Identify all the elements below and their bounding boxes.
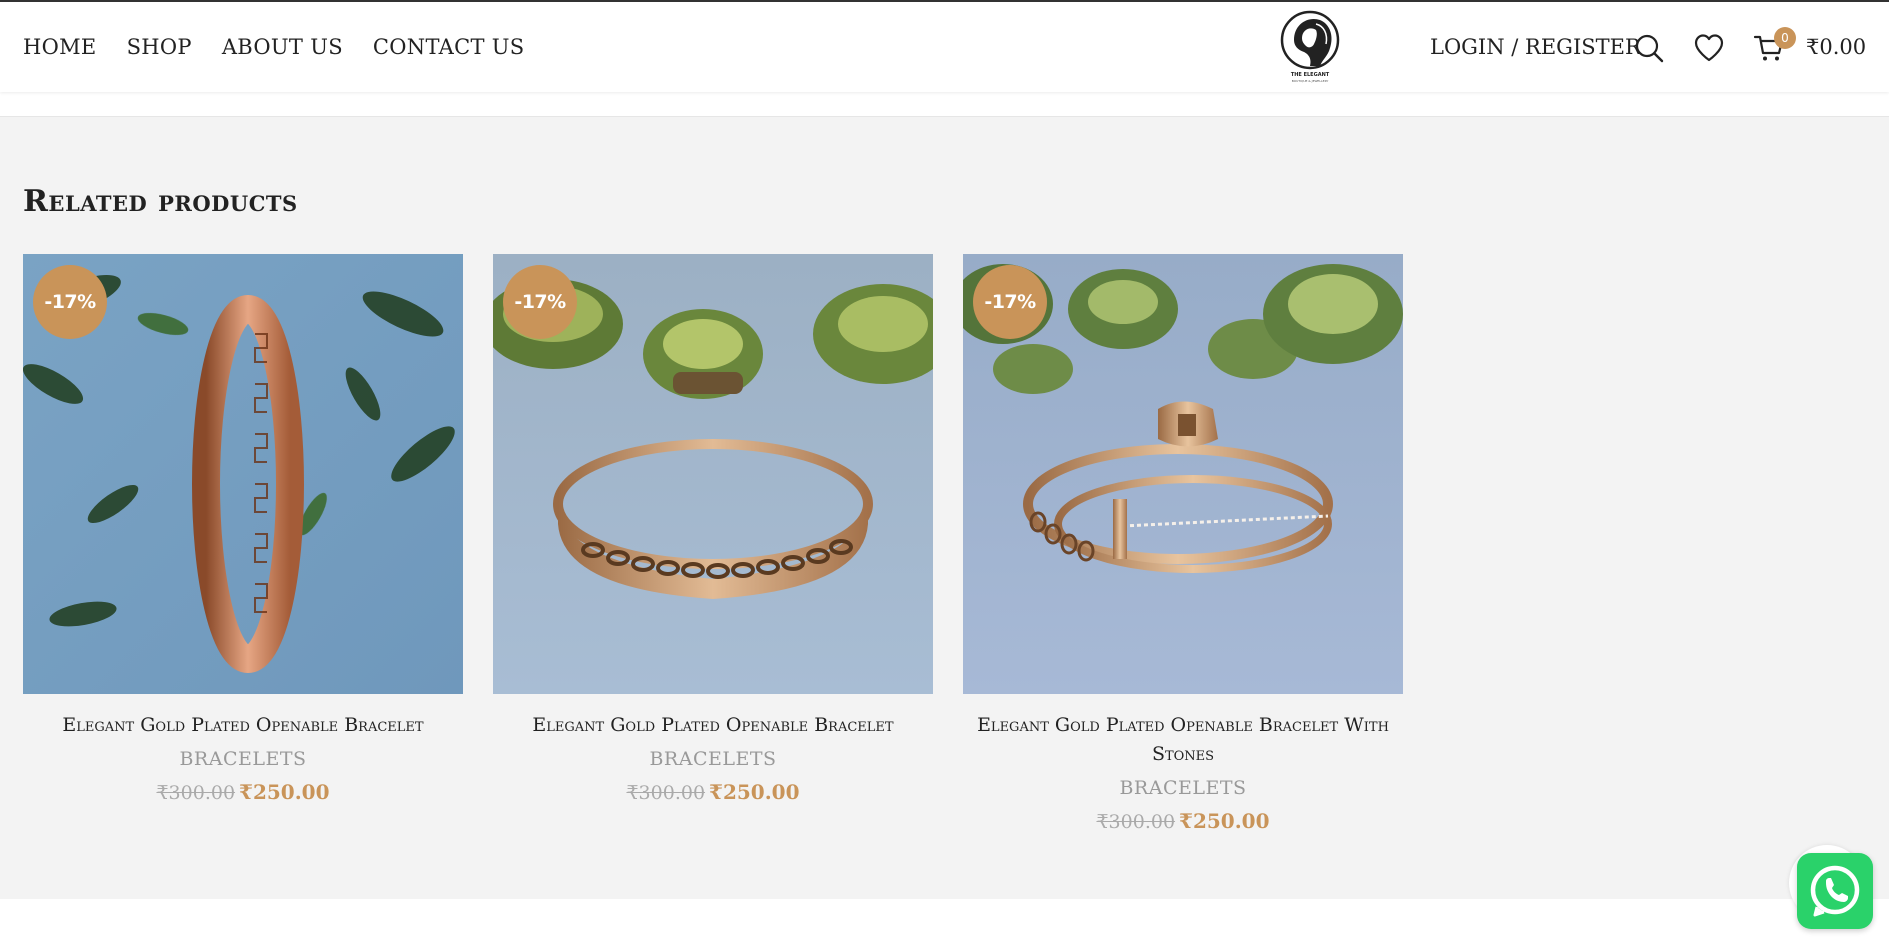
search-icon[interactable] <box>1633 32 1665 64</box>
sale-price: ₹250.00 <box>1179 809 1270 833</box>
related-products-section: Related products -17% Elegant Gold Plate… <box>0 117 1889 899</box>
discount-badge: -17% <box>503 265 577 339</box>
nav-home[interactable]: HOME <box>23 35 97 59</box>
cart-count-badge: 0 <box>1774 27 1796 49</box>
product-category[interactable]: BRACELETS <box>23 748 463 770</box>
product-image[interactable]: -17% <box>493 254 933 694</box>
old-price: ₹300.00 <box>626 782 706 804</box>
whatsapp-icon <box>1810 865 1860 917</box>
site-header: HOME SHOP ABOUT US CONTACT US THE ELEGAN… <box>0 2 1889 92</box>
product-image[interactable]: -17% <box>963 254 1403 694</box>
product-category[interactable]: BRACELETS <box>493 748 933 770</box>
logo-text: THE ELEGANT <box>1290 72 1330 78</box>
product-name[interactable]: Elegant Gold Plated Openable Bracelet Wi… <box>963 711 1403 769</box>
product-image[interactable]: -17% <box>23 254 463 694</box>
product-price: ₹300.00 ₹250.00 <box>493 780 933 804</box>
nav-contact-us[interactable]: CONTACT US <box>373 35 525 59</box>
sale-price: ₹250.00 <box>239 780 330 804</box>
nav-about-us[interactable]: ABOUT US <box>222 35 343 59</box>
main-nav: HOME SHOP ABOUT US CONTACT US <box>23 35 524 59</box>
product-price: ₹300.00 ₹250.00 <box>23 780 463 804</box>
logo-subtext: BOUTIQUE & JEWELLERY <box>1291 79 1329 83</box>
cart-total[interactable]: ₹0.00 <box>1806 35 1866 59</box>
heart-icon[interactable] <box>1693 32 1725 64</box>
product-category[interactable]: BRACELETS <box>963 777 1403 799</box>
whatsapp-button[interactable] <box>1797 853 1873 929</box>
discount-badge: -17% <box>33 265 107 339</box>
product-card: -17% Elegant Gold Plated Openable Bracel… <box>493 254 933 804</box>
product-name[interactable]: Elegant Gold Plated Openable Bracelet <box>23 711 463 740</box>
section-title: Related products <box>23 184 298 219</box>
product-price: ₹300.00 ₹250.00 <box>963 809 1403 833</box>
discount-badge: -17% <box>973 265 1047 339</box>
old-price: ₹300.00 <box>1096 811 1176 833</box>
product-card: -17% Elegant Gold Plated Openable Bracel… <box>23 254 463 804</box>
product-name[interactable]: Elegant Gold Plated Openable Bracelet <box>493 711 933 740</box>
login-register-link[interactable]: LOGIN / REGISTER <box>1430 35 1641 59</box>
old-price: ₹300.00 <box>156 782 236 804</box>
product-card: -17% Elegant Gold Plated Openable Bracel… <box>963 254 1403 833</box>
nav-shop[interactable]: SHOP <box>127 35 192 59</box>
sale-price: ₹250.00 <box>709 780 800 804</box>
